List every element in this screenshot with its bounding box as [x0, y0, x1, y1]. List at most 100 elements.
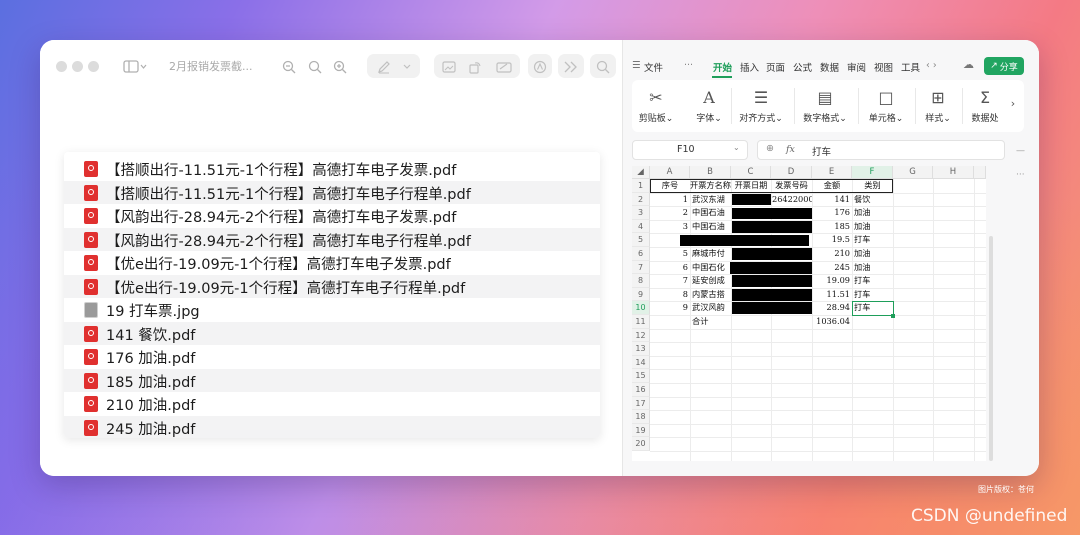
selected-cell[interactable] — [852, 300, 894, 316]
cell-category[interactable]: 打车 — [854, 233, 893, 246]
column-header[interactable]: H — [933, 166, 974, 179]
row-header[interactable]: 9 — [632, 287, 650, 302]
row-header[interactable]: 2 — [632, 192, 650, 207]
cell-category[interactable]: 打车 — [854, 274, 893, 287]
row-header[interactable]: 1 — [632, 179, 650, 193]
row-header[interactable]: 8 — [632, 274, 650, 288]
rotate-icon[interactable] — [464, 56, 486, 78]
cell-amount[interactable]: 11.51 — [812, 288, 850, 301]
row-header[interactable]: 20 — [632, 437, 650, 451]
spreadsheet-grid[interactable]: ◢ A B C D E F G H 1 2 3 4 5 6 7 8 9 10 1… — [632, 166, 986, 461]
cell-issuer[interactable]: 内蒙古搭 — [692, 288, 731, 301]
column-header[interactable]: B — [690, 166, 731, 179]
tab-data[interactable]: 数据 — [820, 60, 839, 74]
vertical-scrollbar[interactable] — [986, 166, 996, 461]
cloud-icon[interactable]: ☁ — [963, 58, 974, 71]
cell-seq[interactable]: 6 — [650, 261, 688, 274]
tabs-scroll-icon[interactable]: ‹ › — [926, 60, 937, 71]
signature-icon[interactable] — [492, 56, 516, 78]
row-header[interactable]: 3 — [632, 206, 650, 220]
header-invoice-no[interactable]: 发票号码 — [771, 179, 812, 192]
file-item[interactable]: 【搭顺出行-11.51元-1个行程】高德打车电子发票.pdf — [64, 157, 600, 180]
tab-formula[interactable]: 公式 — [793, 60, 812, 74]
column-header[interactable]: E — [812, 166, 852, 179]
header-issuer[interactable]: 开票方名称 — [690, 179, 731, 192]
cell-seq[interactable]: 7 — [650, 274, 688, 287]
total-amount[interactable]: 1036.04 — [812, 315, 850, 328]
row-header[interactable]: 6 — [632, 247, 650, 261]
file-item[interactable]: 【风韵出行-28.94元-2个行程】高德打车电子行程单.pdf — [64, 227, 600, 251]
row-header[interactable]: 14 — [632, 355, 650, 370]
file-item[interactable]: 【优e出行-19.09元-1个行程】高德打车电子行程单.pdf — [64, 274, 600, 298]
clipboard-group[interactable]: ✂ 剪贴板⌄ — [636, 80, 676, 132]
cell-category[interactable]: 加油 — [854, 247, 893, 260]
more-tools-icon[interactable] — [560, 56, 582, 78]
menu-file[interactable]: 文件 — [644, 60, 663, 74]
tab-insert[interactable]: 插入 — [740, 60, 759, 74]
cell-seq[interactable]: 3 — [650, 220, 688, 233]
file-item[interactable]: 185 加油.pdf — [64, 368, 600, 392]
total-label[interactable]: 合计 — [692, 315, 731, 328]
ribbon-next-icon[interactable]: › — [1006, 80, 1020, 132]
cell-amount[interactable]: 176 — [812, 206, 850, 219]
cell-issuer[interactable]: 延安创成 — [692, 274, 731, 287]
cell-amount[interactable]: 28.94 — [812, 301, 850, 314]
name-box[interactable]: F10 ⌄ — [632, 140, 748, 160]
file-item[interactable]: 210 加油.pdf — [64, 392, 600, 415]
number-format-group[interactable]: ▤ 数字格式⌄ — [799, 80, 851, 132]
cell-category[interactable]: 餐饮 — [854, 193, 893, 206]
fill-handle[interactable] — [891, 313, 895, 318]
hamburger-icon[interactable]: ☰ — [632, 60, 641, 71]
cell-issuer[interactable]: 麻城市付 — [692, 247, 731, 260]
cell-category[interactable]: 加油 — [854, 220, 893, 233]
tab-home[interactable]: 开始 — [713, 60, 732, 74]
select-all-corner[interactable]: ◢ — [632, 166, 650, 179]
header-amount[interactable]: 金额 — [812, 179, 852, 192]
cell-seq[interactable]: 2 — [650, 206, 688, 219]
column-header[interactable]: G — [893, 166, 933, 179]
file-item[interactable]: 【搭顺出行-11.51元-1个行程】高德打车电子行程单.pdf — [64, 180, 600, 204]
row-header[interactable]: 16 — [632, 383, 650, 397]
row-header[interactable]: 4 — [632, 219, 650, 234]
align-group[interactable]: ☰ 对齐方式⌄ — [736, 80, 786, 132]
formula-input[interactable]: ⊕ fx 打车 — [757, 140, 1005, 160]
file-item[interactable]: 19 打车票.jpg — [64, 298, 600, 321]
row-header[interactable]: 19 — [632, 423, 650, 438]
cell-amount[interactable]: 19.09 — [812, 274, 850, 287]
cell-issuer[interactable]: 中国石油 — [692, 206, 731, 219]
cell-amount[interactable]: 245 — [812, 261, 850, 274]
cell-category[interactable]: 打车 — [854, 288, 893, 301]
file-item[interactable]: 141 餐饮.pdf — [64, 321, 600, 345]
cell-issuer[interactable]: 武汉东湖 — [692, 193, 731, 206]
tab-view[interactable]: 视图 — [874, 60, 893, 74]
cell-seq[interactable]: 1 — [650, 193, 688, 206]
row-header[interactable]: 18 — [632, 410, 650, 424]
column-header[interactable]: C — [731, 166, 771, 179]
cell-seq[interactable]: 8 — [650, 288, 688, 301]
column-header[interactable] — [974, 166, 986, 179]
menu-more[interactable]: ··· — [684, 60, 693, 71]
file-item[interactable]: 【风韵出行-28.94元-2个行程】高德打车电子发票.pdf — [64, 204, 600, 227]
zoom-in-icon[interactable] — [331, 56, 349, 78]
cell-amount[interactable]: 185 — [812, 220, 850, 233]
row-header[interactable]: 5 — [632, 233, 650, 247]
zoom-window-button[interactable] — [88, 61, 99, 72]
cell-amount[interactable]: 141 — [812, 193, 850, 206]
close-window-button[interactable] — [56, 61, 67, 72]
column-header[interactable]: A — [650, 166, 690, 179]
zoom-out-icon[interactable] — [280, 56, 298, 78]
file-item[interactable]: 245 加油.pdf — [64, 415, 600, 438]
cell-category[interactable]: 加油 — [854, 206, 893, 219]
actual-size-icon[interactable] — [306, 56, 324, 78]
cell-amount[interactable]: 19.5 — [812, 233, 850, 246]
header-seq[interactable]: 序号 — [650, 179, 690, 192]
column-header[interactable]: D — [771, 166, 812, 179]
cell-issuer[interactable]: 武汉风韵 — [692, 301, 731, 314]
file-item[interactable]: 【优e出行-19.09元-1个行程】高德打车电子发票.pdf — [64, 251, 600, 274]
cell-category[interactable]: 加油 — [854, 261, 893, 274]
more-options-icon[interactable]: ··· — [1016, 170, 1025, 180]
file-item[interactable]: 176 加油.pdf — [64, 345, 600, 368]
row-header[interactable]: 11 — [632, 315, 650, 329]
cell-invoice-no[interactable]: 264220000 — [772, 193, 812, 206]
cell-amount[interactable]: 210 — [812, 247, 850, 260]
